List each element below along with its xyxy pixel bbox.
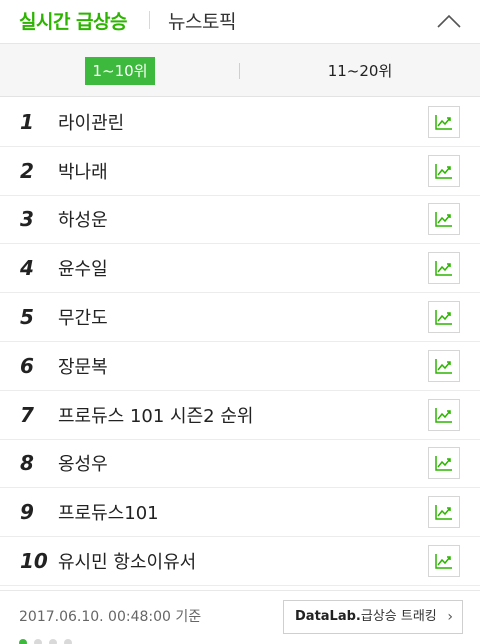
- rank-number: 3: [20, 207, 34, 232]
- ranking-list: 1 라이관린 2 박나래 3 하성운 4 윤수일 5 무간도 6 장문복 7 프…: [0, 98, 480, 586]
- page-dot[interactable]: [19, 639, 27, 644]
- page-dot[interactable]: [34, 639, 42, 644]
- keyword-link[interactable]: 장문복: [58, 353, 108, 379]
- keyword-link[interactable]: 박나래: [58, 158, 108, 184]
- trend-button[interactable]: [428, 545, 460, 578]
- keyword-link[interactable]: 유시민 항소이유서: [58, 548, 196, 574]
- ranking-row[interactable]: 2 박나래: [0, 147, 480, 196]
- tab-realtime-rising[interactable]: 실시간 급상승: [19, 7, 128, 34]
- trend-chart-icon: [435, 310, 452, 325]
- keyword-link[interactable]: 옹성우: [58, 450, 108, 476]
- ranking-row[interactable]: 6 장문복: [0, 342, 480, 391]
- range-11-20-button[interactable]: 11~20위: [320, 57, 400, 85]
- trend-button[interactable]: [428, 496, 460, 529]
- rank-number: 8: [20, 451, 34, 476]
- trend-button[interactable]: [428, 105, 460, 138]
- rank-number: 6: [20, 353, 34, 378]
- trend-button[interactable]: [428, 252, 460, 285]
- trend-button[interactable]: [428, 301, 460, 334]
- trend-button[interactable]: [428, 154, 460, 187]
- header: 실시간 급상승 뉴스토픽: [0, 0, 480, 44]
- datalab-tracking-button[interactable]: DataLab.급상승 트래킹 ›: [283, 600, 463, 634]
- keyword-link[interactable]: 프로듀스 101 시즌2 순위: [58, 402, 253, 428]
- timestamp: 2017.06.10. 00:48:00 기준: [19, 609, 202, 625]
- trend-chart-icon: [435, 163, 452, 179]
- ranking-row[interactable]: 1 라이관린: [0, 98, 480, 147]
- ranking-row[interactable]: 5 무간도: [0, 293, 480, 342]
- ranking-row[interactable]: 4 윤수일: [0, 244, 480, 294]
- keyword-link[interactable]: 라이관린: [58, 109, 124, 135]
- trend-chart-icon: [435, 456, 452, 472]
- trend-chart-icon: [435, 261, 452, 277]
- rank-number: 9: [20, 500, 34, 525]
- trend-button[interactable]: [428, 447, 460, 480]
- range-1-10-button[interactable]: 1~10위: [85, 57, 155, 85]
- trend-chart-icon: [435, 212, 452, 228]
- trend-chart-icon: [435, 358, 452, 374]
- keyword-link[interactable]: 하성운: [58, 206, 108, 232]
- page-dot[interactable]: [49, 639, 57, 644]
- rank-number: 4: [20, 256, 34, 281]
- trend-chart-icon: [435, 554, 452, 569]
- ranking-row[interactable]: 7 프로듀스 101 시즌2 순위: [0, 391, 480, 440]
- trend-chart-icon: [435, 114, 452, 130]
- datalab-brand: DataLab.: [295, 609, 361, 624]
- rank-number: 7: [20, 402, 34, 427]
- rank-number: 2: [20, 158, 34, 183]
- rank-number: 10: [20, 549, 48, 574]
- trend-button[interactable]: [428, 349, 460, 382]
- rank-range-selector: 1~10위 11~20위: [0, 44, 480, 97]
- ranking-row[interactable]: 10 유시민 항소이유서: [0, 537, 480, 586]
- chevron-right-icon: ›: [447, 609, 453, 625]
- ranking-row[interactable]: 8 옹성우: [0, 440, 480, 489]
- page-indicator: [19, 632, 79, 644]
- chevron-up-icon: [437, 14, 461, 28]
- trend-chart-icon: [435, 505, 452, 521]
- range-divider: [239, 63, 240, 79]
- trend-button[interactable]: [428, 398, 460, 431]
- tab-news-topic[interactable]: 뉴스토픽: [168, 7, 236, 34]
- trend-chart-icon: [435, 407, 452, 423]
- keyword-link[interactable]: 무간도: [58, 304, 108, 330]
- ranking-row[interactable]: 3 하성운: [0, 196, 480, 245]
- datalab-label: 급상승 트래킹: [360, 609, 437, 624]
- trend-button[interactable]: [428, 203, 460, 236]
- tab-divider: [149, 11, 150, 29]
- keyword-link[interactable]: 프로듀스101: [58, 499, 159, 525]
- rank-number: 1: [20, 109, 34, 134]
- collapse-button[interactable]: [434, 8, 464, 34]
- page-dot[interactable]: [64, 639, 72, 644]
- rank-number: 5: [20, 305, 34, 330]
- ranking-row[interactable]: 9 프로듀스101: [0, 488, 480, 538]
- keyword-link[interactable]: 윤수일: [58, 255, 108, 281]
